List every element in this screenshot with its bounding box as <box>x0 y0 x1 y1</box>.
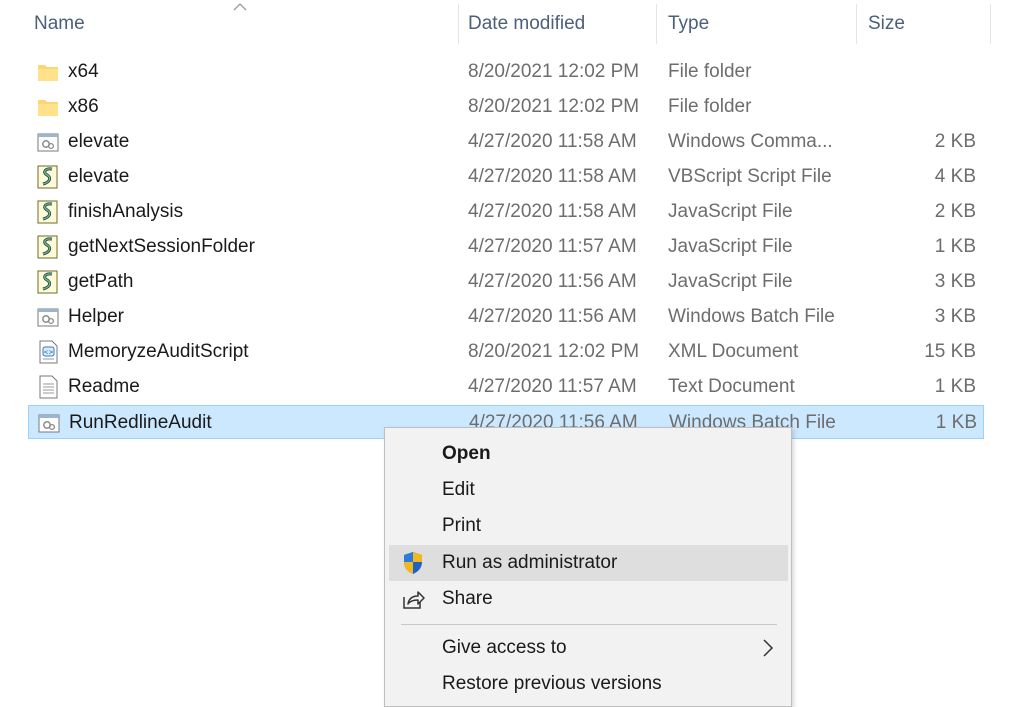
file-name: Readme <box>68 376 140 397</box>
file-name: getNextSessionFolder <box>68 236 255 257</box>
menu-item-label: Give access to <box>442 637 567 658</box>
folder-icon <box>36 95 60 119</box>
file-type: Text Document <box>668 376 795 397</box>
menu-item-give-access-to[interactable]: Give access to <box>389 630 788 666</box>
file-size: 1 KB <box>935 412 977 433</box>
menu-item-open[interactable]: Open <box>389 436 788 472</box>
file-row[interactable]: <> MemoryzeAuditScript 8/20/2021 12:02 PM X… <box>28 335 984 369</box>
file-name: Helper <box>68 306 124 327</box>
xml-file-icon: <> <box>36 340 60 364</box>
menu-item-label: Share <box>442 588 493 609</box>
file-date-modified: 8/20/2021 12:02 PM <box>468 96 640 117</box>
file-name: RunRedlineAudit <box>69 412 212 433</box>
file-name: finishAnalysis <box>68 201 184 222</box>
svg-text:<>: <> <box>43 349 53 356</box>
column-divider[interactable] <box>990 4 991 44</box>
menu-item-edit[interactable]: Edit <box>389 472 788 508</box>
script-file-icon <box>36 235 60 259</box>
file-date-modified: 8/20/2021 12:02 PM <box>468 341 640 362</box>
file-size <box>868 55 976 89</box>
batch-file-icon <box>36 305 60 329</box>
file-date-modified: 4/27/2020 11:57 AM <box>468 376 637 397</box>
file-row[interactable]: x64 8/20/2021 12:02 PM File folder <box>28 55 984 89</box>
column-header: Name Date modified Type Size <box>0 0 1012 46</box>
file-size: 4 KB <box>934 166 976 187</box>
menu-item-share[interactable]: Share <box>389 581 788 617</box>
column-divider[interactable] <box>656 4 657 44</box>
file-row[interactable]: x86 8/20/2021 12:02 PM File folder <box>28 90 984 124</box>
file-type: VBScript Script File <box>668 166 832 187</box>
script-file-icon <box>36 165 60 189</box>
file-row[interactable]: Readme 4/27/2020 11:57 AM Text Document 1 K… <box>28 370 984 404</box>
file-type: JavaScript File <box>668 271 793 292</box>
file-row[interactable]: getPath 4/27/2020 11:56 AM JavaScript File… <box>28 265 984 299</box>
file-type: File folder <box>668 61 752 82</box>
file-date-modified: 4/27/2020 11:56 AM <box>468 271 637 292</box>
column-date-modified[interactable]: Date modified <box>460 0 656 46</box>
file-size: 15 KB <box>924 341 976 362</box>
file-type: JavaScript File <box>668 236 793 257</box>
file-type: XML Document <box>668 341 799 362</box>
context-menu: Open Edit Print Run as administrator Sha… <box>384 427 792 707</box>
file-name: elevate <box>68 166 130 187</box>
column-type[interactable]: Type <box>660 0 856 46</box>
file-size <box>868 90 976 124</box>
file-name: x86 <box>68 96 99 117</box>
file-type: JavaScript File <box>668 201 793 222</box>
file-row[interactable]: elevate 4/27/2020 11:58 AM VBScript Script… <box>28 160 984 194</box>
file-date-modified: 4/27/2020 11:57 AM <box>468 236 637 257</box>
menu-item-restore-previous-versions[interactable]: Restore previous versions <box>389 666 788 702</box>
file-row[interactable]: elevate 4/27/2020 11:58 AM Windows Comma..… <box>28 125 984 159</box>
batch-file-icon <box>36 130 60 154</box>
file-size: 1 KB <box>934 376 976 397</box>
batch-file-icon <box>37 411 61 435</box>
file-size: 2 KB <box>934 131 976 152</box>
file-type: Windows Comma... <box>668 131 833 152</box>
text-file-icon <box>36 375 60 399</box>
menu-separator <box>401 624 777 625</box>
file-type: File folder <box>668 96 752 117</box>
menu-item-print[interactable]: Print <box>389 508 788 544</box>
file-name: MemoryzeAuditScript <box>68 341 249 362</box>
file-size: 2 KB <box>934 201 976 222</box>
column-divider[interactable] <box>856 4 857 44</box>
script-file-icon <box>36 270 60 294</box>
script-file-icon <box>36 200 60 224</box>
column-name[interactable]: Name <box>26 0 458 46</box>
chevron-right-icon <box>763 639 774 657</box>
uac-shield-icon <box>404 552 422 574</box>
file-size: 3 KB <box>934 306 976 327</box>
share-icon <box>403 591 425 609</box>
file-name: getPath <box>68 271 134 292</box>
file-date-modified: 4/27/2020 11:58 AM <box>468 201 637 222</box>
file-row[interactable]: getNextSessionFolder 4/27/2020 11:57 AM Ja… <box>28 230 984 264</box>
column-size[interactable]: Size <box>860 0 990 46</box>
file-name: elevate <box>68 131 130 152</box>
file-name: x64 <box>68 61 99 82</box>
file-row[interactable]: finishAnalysis 4/27/2020 11:58 AM JavaScri… <box>28 195 984 229</box>
file-date-modified: 4/27/2020 11:58 AM <box>468 166 637 187</box>
file-date-modified: 4/27/2020 11:56 AM <box>468 306 637 327</box>
file-size: 3 KB <box>934 271 976 292</box>
column-divider[interactable] <box>458 4 459 44</box>
menu-item-run-as-administrator[interactable]: Run as administrator <box>389 545 788 581</box>
menu-item-label: Print <box>442 515 482 536</box>
file-date-modified: 8/20/2021 12:02 PM <box>468 61 640 82</box>
menu-item-label: Run as administrator <box>442 552 618 573</box>
file-row[interactable]: Helper 4/27/2020 11:56 AM Windows Batch Fi… <box>28 300 984 334</box>
folder-icon <box>36 60 60 84</box>
file-type: Windows Batch File <box>668 306 835 327</box>
menu-item-label: Restore previous versions <box>442 673 662 694</box>
file-date-modified: 4/27/2020 11:58 AM <box>468 131 637 152</box>
file-size: 1 KB <box>934 236 976 257</box>
menu-item-label: Edit <box>442 479 475 500</box>
menu-item-label: Open <box>442 443 491 464</box>
